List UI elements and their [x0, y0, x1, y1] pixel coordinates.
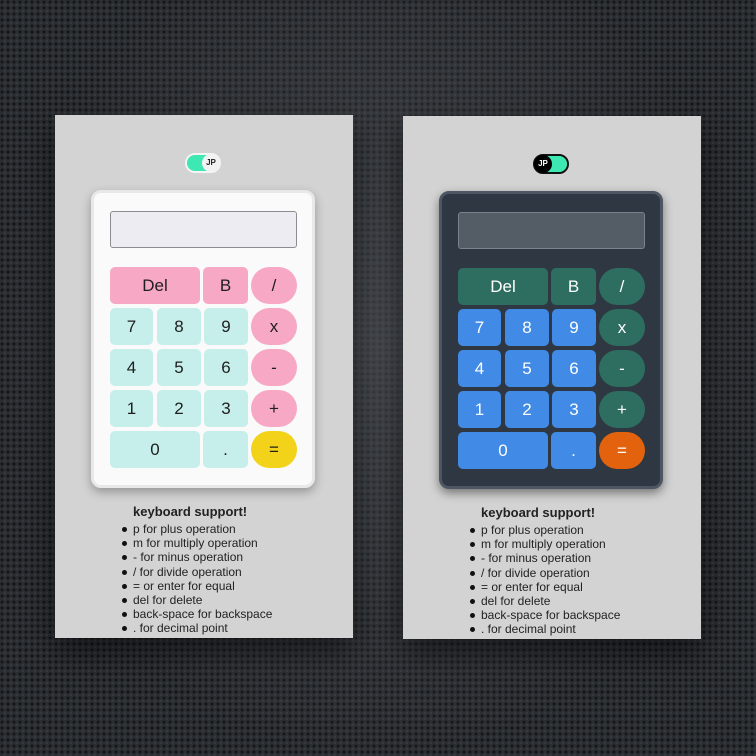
list-item: m for multiply operation	[467, 537, 620, 551]
keyboard-help-title: keyboard support!	[481, 505, 596, 520]
list-item: = or enter for equal	[467, 580, 620, 594]
equals-button[interactable]: =	[599, 432, 645, 469]
calculator: Del B / 7 8 9 x 4 5 6 - 1 2 3 + 0 . =	[439, 191, 663, 489]
delete-button[interactable]: Del	[110, 267, 200, 304]
list-item: . for decimal point	[467, 622, 620, 636]
digit-2-button[interactable]: 2	[157, 390, 201, 427]
digit-4-button[interactable]: 4	[458, 350, 501, 387]
divide-button[interactable]: /	[251, 267, 297, 304]
backspace-button[interactable]: B	[551, 268, 596, 305]
plus-button[interactable]: +	[251, 390, 297, 427]
digit-7-button[interactable]: 7	[110, 308, 153, 345]
light-theme-panel: JP Del B / 7 8 9 x 4 5 6 - 1 2 3 + 0 . =…	[55, 115, 353, 638]
list-item: del for delete	[467, 594, 620, 608]
digit-9-button[interactable]: 9	[552, 309, 596, 346]
backspace-button[interactable]: B	[203, 267, 248, 304]
list-item: = or enter for equal	[119, 579, 272, 593]
plus-button[interactable]: +	[599, 391, 645, 428]
list-item: p for plus operation	[119, 522, 272, 536]
multiply-button[interactable]: x	[599, 309, 645, 346]
list-item: p for plus operation	[467, 523, 620, 537]
digit-5-button[interactable]: 5	[157, 349, 201, 386]
equals-button[interactable]: =	[251, 431, 297, 468]
keyboard-help-title: keyboard support!	[133, 504, 248, 519]
digit-1-button[interactable]: 1	[110, 390, 153, 427]
multiply-button[interactable]: x	[251, 308, 297, 345]
digit-9-button[interactable]: 9	[204, 308, 248, 345]
keyboard-help-list: p for plus operation m for multiply oper…	[470, 523, 620, 637]
digit-6-button[interactable]: 6	[552, 350, 596, 387]
digit-8-button[interactable]: 8	[157, 308, 201, 345]
digit-7-button[interactable]: 7	[458, 309, 501, 346]
list-item: . for decimal point	[119, 621, 272, 635]
decimal-point-button[interactable]: .	[551, 432, 596, 469]
digit-4-button[interactable]: 4	[110, 349, 153, 386]
minus-button[interactable]: -	[251, 349, 297, 386]
list-item: back-space for backspace	[119, 607, 272, 621]
minus-button[interactable]: -	[599, 350, 645, 387]
toggle-knob: JP	[534, 155, 552, 173]
calculator: Del B / 7 8 9 x 4 5 6 - 1 2 3 + 0 . =	[91, 190, 315, 488]
list-item: del for delete	[119, 593, 272, 607]
calculator-display	[110, 211, 297, 248]
list-item: - for minus operation	[467, 551, 620, 565]
keyboard-help: keyboard support! p for plus operation m…	[122, 504, 272, 636]
theme-toggle[interactable]: JP	[533, 154, 569, 174]
digit-6-button[interactable]: 6	[204, 349, 248, 386]
theme-toggle[interactable]: JP	[185, 153, 221, 173]
digit-2-button[interactable]: 2	[505, 391, 549, 428]
dark-theme-panel: JP Del B / 7 8 9 x 4 5 6 - 1 2 3 + 0 . =…	[403, 116, 701, 639]
keyboard-help-list: p for plus operation m for multiply oper…	[122, 522, 272, 636]
delete-button[interactable]: Del	[458, 268, 548, 305]
digit-0-button[interactable]: 0	[458, 432, 548, 469]
list-item: / for divide operation	[119, 565, 272, 579]
list-item: - for minus operation	[119, 550, 272, 564]
digit-3-button[interactable]: 3	[204, 390, 248, 427]
keyboard-help: keyboard support! p for plus operation m…	[470, 505, 620, 637]
digit-8-button[interactable]: 8	[505, 309, 549, 346]
list-item: / for divide operation	[467, 566, 620, 580]
digit-1-button[interactable]: 1	[458, 391, 501, 428]
list-item: back-space for backspace	[467, 608, 620, 622]
decimal-point-button[interactable]: .	[203, 431, 248, 468]
digit-5-button[interactable]: 5	[505, 350, 549, 387]
digit-3-button[interactable]: 3	[552, 391, 596, 428]
calculator-display	[458, 212, 645, 249]
list-item: m for multiply operation	[119, 536, 272, 550]
toggle-knob: JP	[202, 154, 220, 172]
digit-0-button[interactable]: 0	[110, 431, 200, 468]
divide-button[interactable]: /	[599, 268, 645, 305]
